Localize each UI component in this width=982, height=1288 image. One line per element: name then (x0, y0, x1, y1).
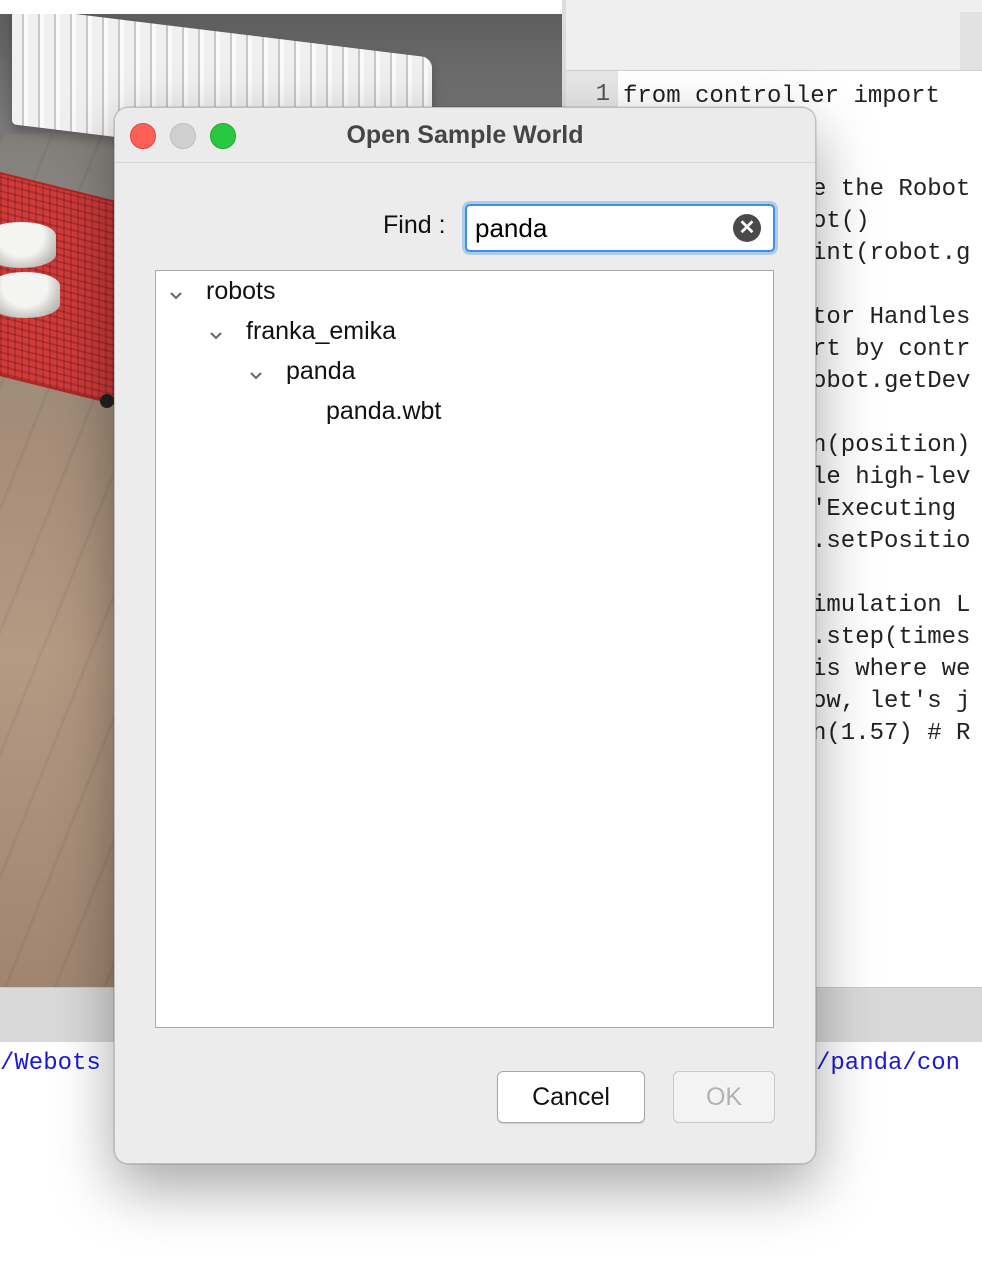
code-fragment: imulation L (812, 592, 971, 619)
editor-toolbar (566, 0, 982, 71)
code-fragment: ot() (812, 208, 870, 235)
code-fragment: 'Executing (812, 496, 971, 523)
clear-icon[interactable]: ✕ (733, 214, 761, 242)
code-fragment: int(robot.g (812, 240, 971, 267)
open-sample-world-dialog: Open Sample World Find : ✕ robots franka… (114, 107, 816, 1164)
tree-item-franka-emika[interactable]: franka_emika (246, 317, 396, 346)
line-number: 1 (595, 81, 610, 108)
world-tree[interactable]: robots franka_emika panda panda.wbt (155, 270, 774, 1028)
code-fragment: n(1.57) # R (812, 720, 971, 747)
ok-button[interactable]: OK (673, 1071, 775, 1123)
code-fragment: n(position) (812, 432, 971, 459)
console-path-left[interactable]: /Webots (0, 1050, 101, 1077)
console-path-right[interactable]: /panda/con (816, 1050, 960, 1077)
code-fragment: ow, let's j (812, 688, 971, 715)
code-fragment: le high-lev (812, 464, 971, 491)
code-fragment: tor Handles (812, 304, 971, 331)
close-window-button[interactable] (130, 123, 156, 149)
cancel-button[interactable]: Cancel (497, 1071, 645, 1123)
minimize-window-button[interactable] (170, 123, 196, 149)
tree-item-panda[interactable]: panda (286, 357, 356, 386)
chevron-down-icon[interactable] (248, 368, 264, 384)
find-label: Find : (383, 211, 446, 239)
tree-item-robots[interactable]: robots (206, 277, 275, 306)
maximize-window-button[interactable] (210, 123, 236, 149)
dialog-titlebar[interactable]: Open Sample World (115, 108, 815, 163)
chevron-down-icon[interactable] (208, 328, 224, 344)
code-fragment: rt by contr (812, 336, 971, 363)
code-fragment: .setPositio (812, 528, 971, 555)
code-fragment: is where we (812, 656, 971, 683)
scene-cup (0, 222, 56, 268)
code-fragment: e the Robot (812, 176, 971, 203)
find-field[interactable]: ✕ (465, 204, 775, 252)
code-fragment: .step(times (812, 624, 971, 651)
chevron-down-icon[interactable] (168, 288, 184, 304)
scene-object (100, 394, 114, 408)
scene-cup (0, 272, 60, 318)
editor-tab[interactable] (960, 12, 982, 70)
find-input[interactable] (475, 210, 725, 246)
code-fragment: obot.getDev (812, 368, 971, 395)
tree-item-panda-wbt[interactable]: panda.wbt (326, 397, 441, 426)
